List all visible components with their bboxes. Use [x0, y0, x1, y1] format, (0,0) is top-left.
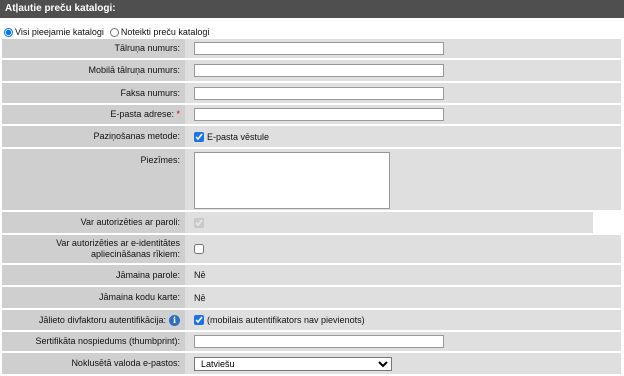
change-codecard-label: Jāmaina kodu karte:: [2, 287, 185, 308]
thumbprint-row: Sertifikāta nospiedums (thumbprint):: [2, 332, 621, 351]
change-codecard-value: Nē: [194, 292, 206, 303]
change-password-label: Jāmaina parole:: [2, 265, 185, 285]
auth-password-row: Var autorizēties ar paroli:: [2, 212, 593, 233]
email-row: E-pasta adrese: *: [2, 105, 621, 124]
change-codecard-row: Jāmaina kodu karte: Nē: [2, 287, 621, 308]
required-mark: *: [176, 109, 180, 119]
auth-eid-row: Var autorizēties ar e-identitātes apliec…: [2, 235, 621, 263]
language-label: Noklusētā valoda e-pastos:: [2, 353, 185, 374]
fax-row: Faksa numurs:: [2, 83, 621, 103]
email-label: E-pasta adrese:: [110, 109, 174, 119]
phone-input[interactable]: [194, 42, 444, 55]
twofa-label: Jālieto divfaktoru autentifikācija:: [38, 314, 166, 325]
twofa-label-cell: Jālieto divfaktoru autentifikācija: i: [2, 310, 185, 330]
auth-password-checkbox[interactable]: [194, 217, 204, 228]
notify-row: Paziņošanas metode: E-pasta vēstule: [2, 126, 621, 147]
notes-textarea[interactable]: [194, 152, 390, 209]
phone-row: Tālruņa numurs:: [2, 39, 621, 58]
auth-password-label: Var autorizēties ar paroli:: [2, 212, 185, 233]
email-label-cell: E-pasta adrese: *: [2, 105, 185, 124]
change-password-value: Nē: [194, 270, 206, 280]
radio-specific-catalogs[interactable]: [109, 27, 119, 37]
auth-eid-label: Var autorizēties ar e-identitātes apliec…: [2, 235, 185, 263]
thumbprint-label: Sertifikāta nospiedums (thumbprint):: [2, 332, 185, 351]
notify-label: Paziņošanas metode:: [2, 126, 185, 147]
auth-eid-checkbox[interactable]: [194, 244, 204, 254]
notify-email-checkbox[interactable]: [194, 131, 204, 142]
radio-all-catalogs[interactable]: [4, 27, 13, 37]
change-password-row: Jāmaina parole: Nē: [2, 265, 621, 285]
catalog-options: Visi pieejamie katalogi Noteikti preču k…: [2, 25, 213, 39]
twofa-checkbox[interactable]: [194, 315, 204, 325]
info-icon[interactable]: i: [169, 314, 180, 326]
thumbprint-input[interactable]: [194, 335, 444, 348]
mobile-input[interactable]: [194, 64, 444, 77]
email-input[interactable]: [194, 108, 444, 121]
twofa-row: Jālieto divfaktoru autentifikācija: i (mo…: [2, 310, 621, 330]
fax-input[interactable]: [194, 86, 444, 100]
radio-all-catalogs-label[interactable]: Visi pieejamie katalogi: [15, 27, 104, 37]
notify-email-label[interactable]: E-pasta vēstule: [207, 132, 269, 142]
notes-label: Piezīmes:: [2, 149, 185, 210]
mobile-label: Mobilā tālruņa numurs:: [2, 60, 185, 81]
notes-row: Piezīmes:: [2, 149, 621, 210]
radio-specific-catalogs-label[interactable]: Noteikti preču katalogi: [121, 27, 210, 37]
language-select[interactable]: Latviešu: [194, 356, 392, 371]
twofa-note: (mobilais autentifikators nav pievienots…: [207, 315, 365, 325]
phone-label: Tālruņa numurs:: [2, 39, 185, 58]
language-row: Noklusētā valoda e-pastos: Latviešu: [2, 353, 621, 374]
mobile-row: Mobilā tālruņa numurs:: [2, 60, 621, 81]
fax-label: Faksa numurs:: [2, 83, 185, 103]
section-header: Atļautie preču katalogi:: [0, 0, 624, 18]
